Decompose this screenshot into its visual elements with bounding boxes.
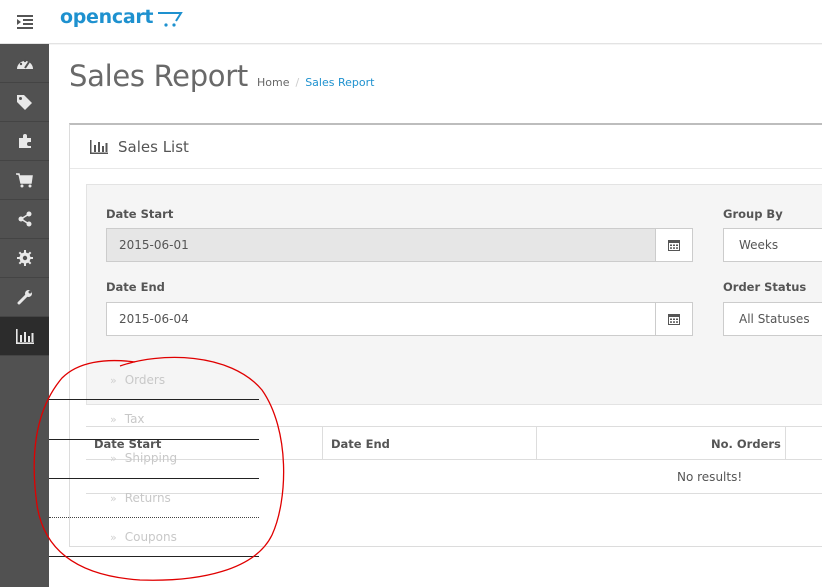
page-title: Sales Report: [69, 59, 248, 93]
menu-toggle-button[interactable]: [0, 0, 49, 44]
no-results-text: No results!: [677, 470, 743, 484]
menu-divider: [49, 517, 259, 518]
menu-divider: [49, 439, 259, 440]
date-start-calendar-button[interactable]: [655, 228, 693, 262]
column-no-orders: No. Orders: [711, 436, 781, 451]
order-status-select[interactable]: All Statuses: [723, 302, 822, 336]
sidebar-item-dashboard[interactable]: [0, 44, 49, 83]
menu-item-coupons[interactable]: » Coupons: [110, 530, 177, 544]
opencart-logo[interactable]: opencart: [60, 6, 183, 28]
date-end-label: Date End: [106, 280, 165, 294]
menu-divider: [49, 556, 259, 557]
double-chevron-icon: »: [110, 530, 117, 544]
share-icon: [18, 211, 31, 227]
sidebar-item-tools[interactable]: [0, 278, 49, 317]
double-chevron-icon: »: [110, 373, 117, 387]
column-date-end: Date End: [331, 436, 390, 451]
date-start-input[interactable]: 2015-06-01: [106, 228, 656, 262]
menu-item-shipping[interactable]: » Shipping: [110, 451, 177, 465]
sidebar-item-extensions[interactable]: [0, 122, 49, 161]
breadcrumb-home-link[interactable]: Home: [257, 76, 289, 89]
double-chevron-icon: »: [110, 491, 117, 505]
bar-chart-icon: [90, 139, 108, 154]
tags-icon: [16, 95, 32, 110]
puzzle-icon: [18, 134, 31, 148]
date-end-input[interactable]: 2015-06-04: [106, 302, 656, 336]
logo-text: opencart: [60, 6, 154, 28]
sales-table: Date Start Date End No. Orders No result…: [86, 426, 822, 494]
panel-heading: Sales List: [70, 125, 822, 169]
calendar-icon: [668, 314, 680, 325]
table-header: Date Start Date End No. Orders: [86, 426, 822, 460]
filter-area: Date Start 2015-06-01 Group By Weeks Dat…: [86, 184, 822, 405]
top-header: opencart: [0, 0, 822, 44]
sidebar-item-marketing[interactable]: [0, 200, 49, 239]
menu-divider: [49, 478, 259, 479]
date-end-calendar-button[interactable]: [655, 302, 693, 336]
group-by-select[interactable]: Weeks: [723, 228, 822, 262]
sidebar: [0, 44, 49, 587]
breadcrumb-current-link[interactable]: Sales Report: [305, 76, 374, 89]
table-row: No results!: [86, 460, 822, 494]
double-chevron-icon: »: [110, 451, 117, 465]
double-chevron-icon: »: [110, 412, 117, 426]
menu-item-orders[interactable]: » Orders: [110, 373, 165, 387]
menu-item-tax[interactable]: » Tax: [110, 412, 145, 426]
main-content: Sales Report Home / Sales Report Sales L…: [49, 45, 822, 587]
sidebar-item-catalog[interactable]: [0, 83, 49, 122]
cart-logo-icon: [158, 12, 183, 27]
sidebar-item-sales[interactable]: [0, 161, 49, 200]
gear-icon: [16, 250, 33, 266]
breadcrumb: Home / Sales Report: [257, 76, 374, 89]
menu-divider: [49, 399, 259, 400]
calendar-icon: [668, 240, 680, 251]
breadcrumb-separator: /: [295, 76, 300, 89]
panel-title: Sales List: [118, 137, 189, 156]
wrench-icon: [17, 290, 32, 305]
sidebar-item-reports[interactable]: [0, 317, 49, 356]
dashboard-icon: [16, 59, 33, 69]
menu-item-returns[interactable]: » Returns: [110, 491, 171, 505]
date-start-label: Date Start: [106, 207, 174, 221]
bar-chart-icon: [15, 328, 34, 344]
sidebar-item-system[interactable]: [0, 239, 49, 278]
group-by-label: Group By: [723, 207, 783, 221]
shopping-cart-icon: [16, 172, 33, 187]
indent-icon: [16, 15, 33, 29]
order-status-label: Order Status: [723, 280, 807, 294]
sales-list-panel: Sales List Date Start 2015-06-01 Group B…: [69, 123, 822, 547]
